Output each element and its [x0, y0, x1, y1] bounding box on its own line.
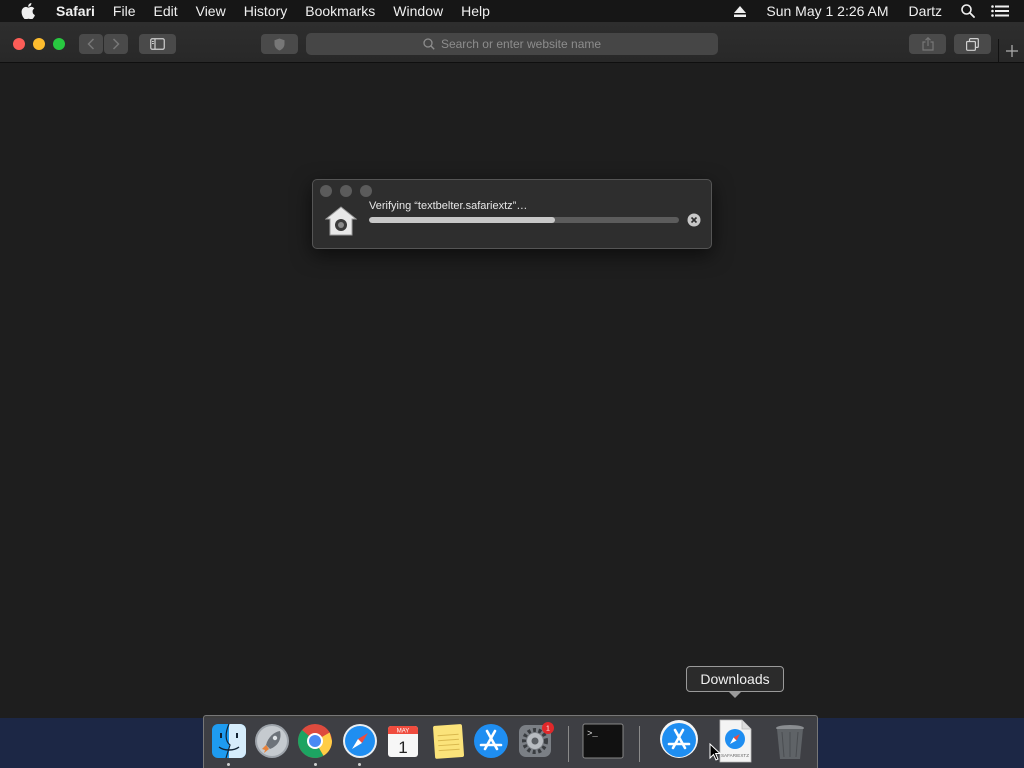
- address-bar[interactable]: Search or enter website name: [306, 33, 718, 55]
- verify-progress-bar: [369, 217, 679, 223]
- dock-safari[interactable]: [340, 721, 380, 761]
- dock-trash[interactable]: [770, 721, 810, 761]
- mouse-cursor-icon: [709, 743, 721, 761]
- address-placeholder: Search or enter website name: [440, 37, 602, 51]
- forward-button[interactable]: [104, 34, 128, 54]
- sidebar-button[interactable]: [139, 34, 176, 54]
- dock-tooltip-arrow: [728, 691, 742, 698]
- menu-bar: Safari File Edit View History Bookmarks …: [0, 0, 1024, 22]
- notes-icon: [433, 724, 465, 759]
- forward-icon: [112, 38, 120, 50]
- calendar-day: 1: [398, 738, 407, 757]
- eject-button[interactable]: [724, 0, 756, 22]
- running-indicator: [358, 763, 361, 766]
- dialog-minimize-button[interactable]: [340, 185, 352, 197]
- apple-menu-button[interactable]: [0, 3, 56, 19]
- notification-center-icon: [991, 5, 1009, 17]
- calendar-month: MAY: [397, 729, 410, 735]
- dock-chrome[interactable]: [295, 721, 335, 761]
- back-icon: [87, 38, 95, 50]
- verify-dialog: Verifying “textbelter.safariextz”…: [312, 179, 712, 249]
- privacy-report-button[interactable]: [261, 34, 298, 54]
- safari-toolbar: Search or enter website name: [0, 22, 1024, 63]
- finder-icon: [212, 723, 246, 759]
- notification-badge: 1: [546, 726, 550, 733]
- dialog-zoom-button[interactable]: [360, 185, 372, 197]
- safari-compass-icon: [343, 724, 377, 758]
- new-tab-icon: [1005, 45, 1018, 57]
- verify-progress-fill: [369, 217, 555, 223]
- app-store-icon: [474, 724, 508, 758]
- back-button[interactable]: [79, 34, 103, 54]
- menu-app-name[interactable]: Safari: [56, 0, 104, 22]
- dock-terminal[interactable]: >_: [581, 721, 624, 761]
- eject-icon: [734, 5, 747, 17]
- share-icon: [921, 37, 934, 51]
- trash-icon: [776, 725, 804, 759]
- verify-title: Verifying “textbelter.safariextz”…: [369, 200, 528, 212]
- spotlight-button[interactable]: [952, 0, 984, 22]
- system-preferences-gear-icon: 1: [519, 722, 554, 757]
- dialog-close-button[interactable]: [320, 185, 332, 197]
- dock-separator: [568, 726, 569, 762]
- menubar-user[interactable]: Dartz: [899, 0, 952, 22]
- menubar-clock[interactable]: Sun May 1 2:26 AM: [756, 0, 898, 22]
- dock-launchpad[interactable]: [252, 721, 292, 761]
- applications-folder-icon: [660, 720, 698, 758]
- launchpad-rocket-icon: [255, 724, 289, 758]
- spotlight-search-icon: [961, 4, 975, 18]
- window-close-button[interactable]: [13, 38, 25, 50]
- dock-app-store[interactable]: [471, 721, 511, 761]
- menu-window[interactable]: Window: [384, 0, 452, 22]
- menu-help[interactable]: Help: [452, 0, 499, 22]
- running-indicator: [227, 763, 230, 766]
- apple-logo-icon: [21, 3, 35, 19]
- tabs-overview-icon: [966, 37, 979, 51]
- dock-system-preferences[interactable]: 1: [515, 721, 555, 761]
- dock-finder[interactable]: [209, 721, 249, 761]
- installer-icon: [325, 206, 357, 236]
- share-button[interactable]: [909, 34, 946, 54]
- terminal-prompt: >_: [587, 729, 598, 739]
- dock: MAY 1 1 >_ SAFARIEXTZ: [203, 715, 818, 768]
- shield-icon: [274, 38, 285, 50]
- search-icon: [423, 38, 435, 50]
- menu-view[interactable]: View: [187, 0, 235, 22]
- sidebar-icon: [150, 38, 165, 50]
- window-minimize-button[interactable]: [33, 38, 45, 50]
- new-tab-button[interactable]: [998, 39, 1024, 63]
- dock-calendar[interactable]: MAY 1: [383, 721, 423, 761]
- tab-overview-button[interactable]: [954, 34, 991, 54]
- dock-notes[interactable]: [428, 721, 468, 761]
- cancel-icon[interactable]: [687, 213, 701, 227]
- safari-window: Search or enter website name: [0, 22, 1024, 718]
- downloads-file-label: SAFARIEXTZ: [721, 753, 749, 758]
- terminal-icon: >_: [582, 723, 624, 759]
- calendar-icon: MAY 1: [388, 726, 418, 757]
- dock-downloads-stack[interactable]: SAFARIEXTZ: [717, 719, 753, 763]
- running-indicator: [314, 763, 317, 766]
- dock-applications-stack[interactable]: [658, 718, 700, 760]
- menu-edit[interactable]: Edit: [144, 0, 186, 22]
- menu-bookmarks[interactable]: Bookmarks: [296, 0, 384, 22]
- dock-separator: [639, 726, 640, 762]
- notification-center-button[interactable]: [984, 0, 1016, 22]
- chrome-icon: [297, 724, 332, 758]
- menu-file[interactable]: File: [104, 0, 145, 22]
- menu-history[interactable]: History: [235, 0, 297, 22]
- dock-tooltip: Downloads: [686, 666, 784, 692]
- window-zoom-button[interactable]: [53, 38, 65, 50]
- safariextz-file-icon: SAFARIEXTZ: [719, 719, 752, 763]
